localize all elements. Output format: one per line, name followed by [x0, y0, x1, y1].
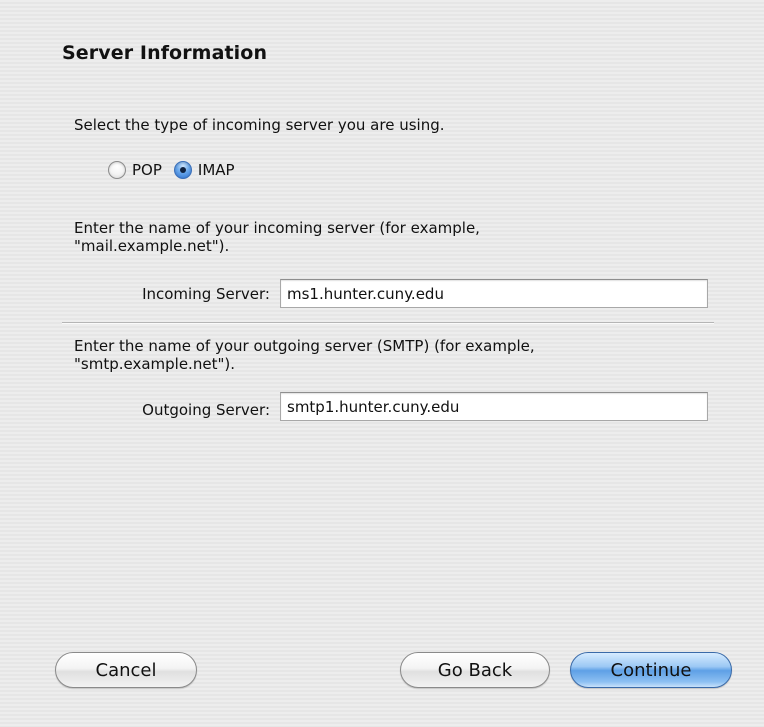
incoming-instructions-line1: Enter the name of your incoming server (…: [74, 219, 480, 237]
section-divider: [62, 322, 714, 324]
radio-pop[interactable]: POP: [108, 161, 162, 179]
server-type-prompt: Select the type of incoming server you a…: [74, 116, 445, 134]
go-back-button[interactable]: Go Back: [400, 652, 550, 688]
outgoing-instructions-line1: Enter the name of your outgoing server (…: [74, 337, 535, 355]
radio-pop-circle-icon[interactable]: [108, 161, 126, 179]
cancel-button[interactable]: Cancel: [55, 652, 197, 688]
radio-imap-circle-icon[interactable]: [173, 161, 192, 179]
radio-imap-label: IMAP: [197, 161, 235, 179]
outgoing-server-input[interactable]: [280, 392, 708, 421]
incoming-instructions-line2: "mail.example.net").: [74, 237, 230, 255]
incoming-server-label: Incoming Server:: [142, 285, 270, 303]
page-title: Server Information: [62, 42, 268, 64]
continue-button[interactable]: Continue: [570, 652, 732, 688]
outgoing-instructions-line2: "smtp.example.net").: [74, 355, 235, 373]
incoming-server-input[interactable]: [280, 279, 708, 308]
server-type-radio-group: POP IMAP: [108, 161, 235, 179]
outgoing-server-label: Outgoing Server:: [142, 401, 270, 419]
radio-pop-label: POP: [132, 161, 162, 179]
radio-imap[interactable]: IMAP: [173, 161, 235, 179]
